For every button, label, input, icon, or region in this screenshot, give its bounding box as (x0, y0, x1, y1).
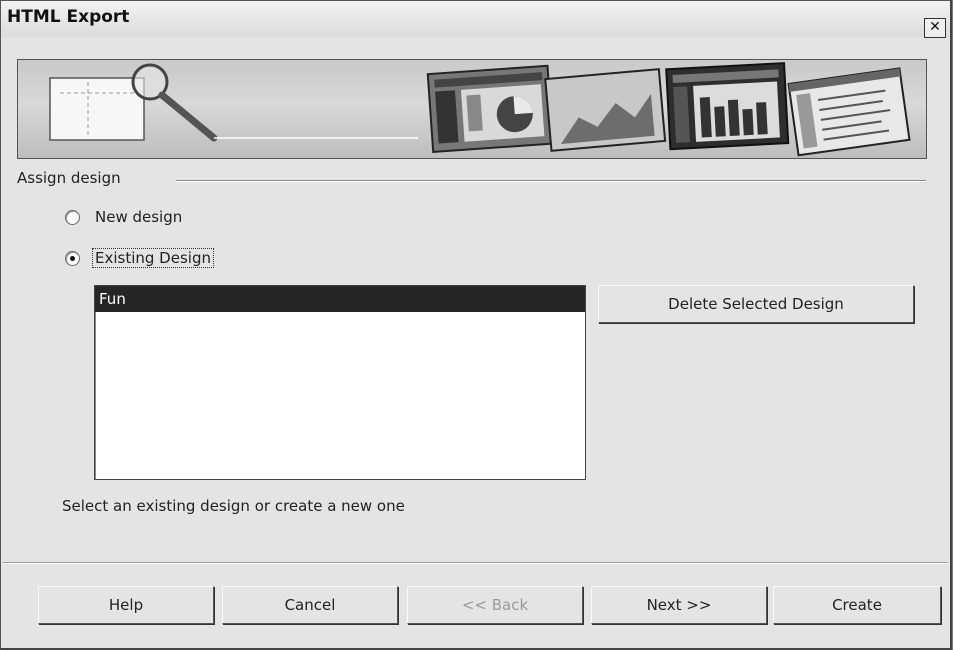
new-design-label: New design (95, 208, 183, 226)
instruction-text: Select an existing design or create a ne… (62, 497, 405, 515)
back-button[interactable]: << Back (407, 586, 583, 624)
existing-design-label: Existing Design (92, 248, 214, 268)
assign-design-heading: Assign design (17, 169, 127, 187)
title-bar: HTML Export ✕ (1, 1, 950, 38)
delete-selected-design-button[interactable]: Delete Selected Design (598, 285, 914, 323)
close-icon: ✕ (929, 19, 941, 35)
banner-illustration (49, 62, 911, 157)
new-design-radio[interactable] (65, 209, 80, 225)
design-list[interactable]: Fun (94, 285, 586, 480)
wizard-banner-image (17, 59, 927, 159)
close-button[interactable]: ✕ (924, 18, 946, 38)
section-divider (176, 180, 926, 182)
footer-separator (3, 562, 948, 564)
dialog-title: HTML Export (7, 7, 130, 27)
next-button[interactable]: Next >> (591, 586, 767, 624)
cancel-button[interactable]: Cancel (222, 586, 398, 624)
list-item[interactable]: Fun (95, 286, 585, 312)
create-button[interactable]: Create (773, 586, 941, 624)
existing-design-option[interactable]: Existing Design (65, 247, 214, 269)
new-design-option[interactable]: New design (65, 206, 182, 228)
existing-design-radio[interactable] (65, 250, 80, 266)
help-button[interactable]: Help (38, 586, 214, 624)
html-export-dialog: HTML Export ✕ Assign design New design E… (0, 0, 952, 650)
